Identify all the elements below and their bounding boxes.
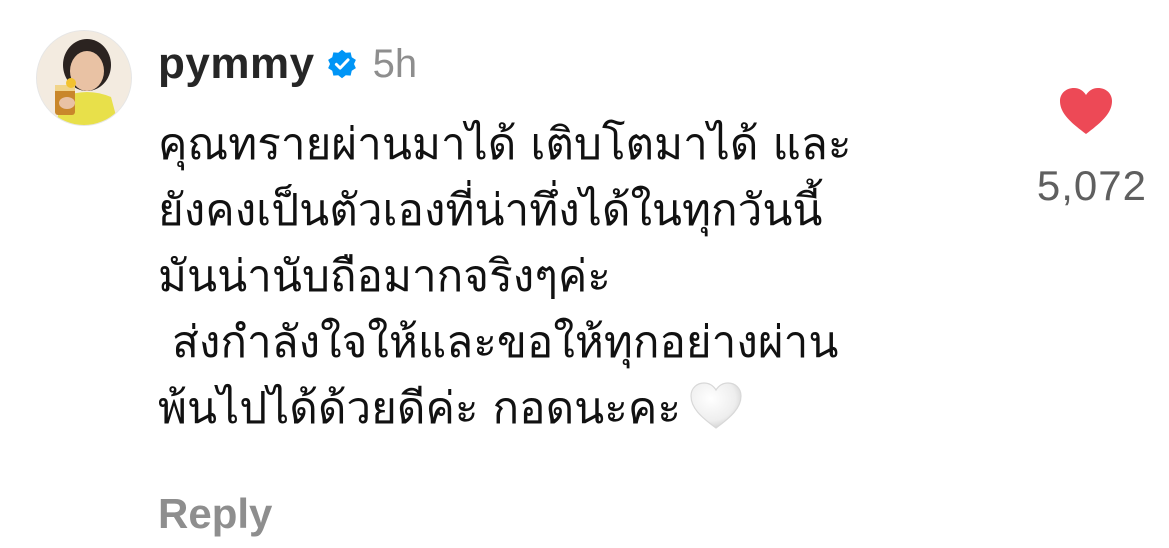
avatar-image (37, 31, 131, 125)
comment-text-line-last: พ้นไปได้ด้วยดีค่ะ กอดนะคะ (158, 376, 998, 442)
username-link[interactable]: pymmy (158, 39, 315, 89)
comment-text-line: คุณทรายผ่านมาได้ เติบโตมาได้ และ (158, 119, 852, 170)
comment-header: pymmy 5h (158, 36, 417, 92)
white-heart-emoji (689, 381, 743, 431)
verified-badge-icon (327, 49, 357, 79)
comment-timestamp: 5h (372, 41, 418, 86)
heart-filled-icon[interactable] (1058, 86, 1114, 136)
comment-text-line: ส่งกำลังใจให้และขอให้ทุกอย่างผ่าน (158, 317, 839, 368)
comment-text-line: พ้นไปได้ด้วยดีค่ะ กอดนะคะ (158, 383, 681, 434)
comment-item: pymmy 5h คุณทรายผ่านมาได้ เติบโตมาได้ แล… (0, 0, 1169, 548)
user-avatar[interactable] (36, 30, 132, 126)
comment-text-line: ยังคงเป็นตัวเองที่น่าทึ่งได้ในทุกวันนี้ (158, 185, 823, 236)
reply-button[interactable]: Reply (158, 490, 272, 538)
like-count: 5,072 (1036, 162, 1147, 209)
comment-text-line: มันน่านับถือมากจริงๆค่ะ (158, 251, 611, 302)
comment-text: คุณทรายผ่านมาได้ เติบโตมาได้ และ ยังคงเป… (158, 112, 998, 442)
